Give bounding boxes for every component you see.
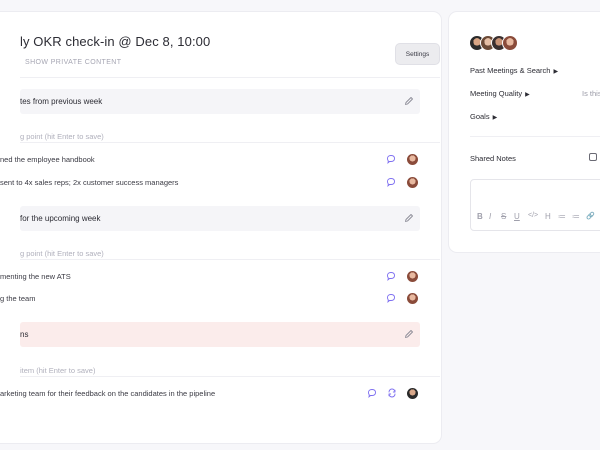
caret-right-icon: ▶ bbox=[553, 69, 559, 75]
shared-notes-label: Shared Notes bbox=[470, 154, 516, 163]
section-title: for the upcoming week bbox=[20, 214, 101, 223]
meeting-quality-link[interactable]: Meeting Quality ▶ bbox=[470, 89, 530, 98]
list-item[interactable]: sent to 4x sales reps; 2x customer succe… bbox=[0, 175, 425, 191]
avatar bbox=[502, 35, 518, 51]
avatar bbox=[407, 177, 418, 188]
divider bbox=[20, 376, 440, 377]
item-text: menting the new ATS bbox=[0, 272, 71, 281]
list-item[interactable]: g the team bbox=[0, 291, 425, 307]
meeting-title: ly OKR check-in @ Dec 8, 10:00 bbox=[20, 34, 211, 49]
section-title: tes from previous week bbox=[20, 97, 103, 106]
action-item-input[interactable] bbox=[20, 360, 420, 379]
section-title: ns bbox=[20, 330, 29, 339]
talking-point-input[interactable] bbox=[20, 126, 420, 145]
divider bbox=[470, 136, 600, 137]
shared-notes-editor[interactable] bbox=[470, 179, 600, 231]
meeting-quality-label: Meeting Quality bbox=[470, 89, 523, 98]
meeting-quality-hint: Is this bbox=[582, 89, 600, 98]
item-text: ned the employee handbook bbox=[0, 155, 95, 164]
italic-button[interactable]: I bbox=[489, 212, 491, 221]
code-button[interactable]: </> bbox=[528, 212, 538, 219]
talking-point-input[interactable] bbox=[20, 243, 420, 262]
comment-icon[interactable] bbox=[386, 271, 396, 281]
caret-right-icon: ▶ bbox=[525, 92, 530, 98]
comment-icon[interactable] bbox=[386, 293, 396, 303]
past-meetings-link[interactable]: Past Meetings & Search ▶ bbox=[470, 66, 558, 75]
divider bbox=[20, 259, 440, 260]
underline-button[interactable]: U bbox=[514, 212, 520, 221]
bullet-list-button[interactable]: ≔ bbox=[558, 212, 566, 221]
shared-notes-checkbox[interactable] bbox=[589, 153, 597, 161]
avatar bbox=[407, 293, 418, 304]
comment-icon[interactable] bbox=[386, 154, 396, 164]
pencil-icon[interactable] bbox=[404, 96, 414, 106]
section-header-action-items: ns bbox=[20, 322, 420, 347]
section-header-upcoming-week: for the upcoming week bbox=[20, 206, 420, 231]
avatar bbox=[407, 271, 418, 282]
goals-link[interactable]: Goals ▶ bbox=[470, 112, 497, 121]
item-text: arketing team for their feedback on the … bbox=[0, 389, 216, 398]
section-header-previous-week: tes from previous week bbox=[20, 89, 420, 114]
caret-right-icon: ▶ bbox=[492, 115, 498, 121]
numbered-list-button[interactable]: ≔ bbox=[572, 212, 580, 221]
list-item[interactable]: menting the new ATS bbox=[0, 269, 425, 285]
avatar bbox=[407, 154, 418, 165]
list-item[interactable]: arketing team for their feedback on the … bbox=[0, 386, 425, 402]
item-text: g the team bbox=[0, 294, 36, 303]
pencil-icon[interactable] bbox=[404, 213, 414, 223]
divider bbox=[20, 142, 440, 143]
list-item[interactable]: ned the employee handbook bbox=[0, 152, 425, 168]
divider bbox=[20, 77, 440, 78]
repeat-icon[interactable] bbox=[387, 388, 397, 398]
link-button[interactable]: 🔗 bbox=[586, 212, 595, 220]
pencil-icon[interactable] bbox=[404, 329, 414, 339]
avatar bbox=[407, 388, 418, 399]
strikethrough-button[interactable]: S bbox=[501, 212, 506, 221]
goals-label: Goals bbox=[470, 112, 490, 121]
item-text: sent to 4x sales reps; 2x customer succe… bbox=[0, 178, 179, 187]
past-meetings-label: Past Meetings & Search bbox=[470, 66, 551, 75]
bold-button[interactable]: B bbox=[477, 212, 483, 221]
show-private-toggle[interactable]: SHOW PRIVATE CONTENT bbox=[25, 59, 121, 66]
settings-button[interactable]: Settings bbox=[395, 43, 440, 65]
comment-icon[interactable] bbox=[367, 388, 377, 398]
comment-icon[interactable] bbox=[386, 177, 396, 187]
heading-button[interactable]: H bbox=[545, 212, 551, 221]
